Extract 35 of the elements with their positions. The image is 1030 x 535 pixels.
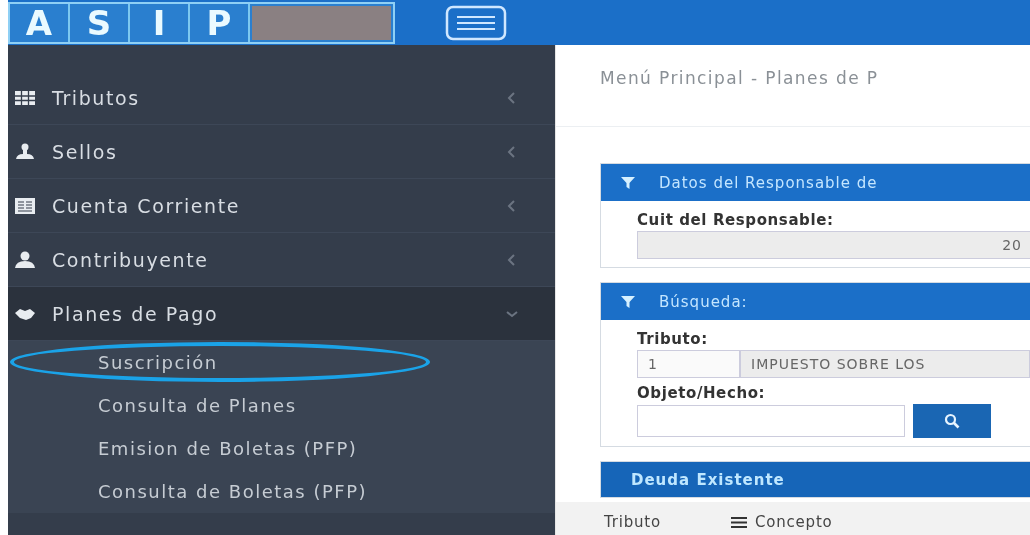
search-button[interactable] bbox=[913, 404, 991, 438]
sidebar-item[interactable]: Planes de Pago bbox=[8, 287, 555, 341]
input-field[interactable]: IMPUESTO SOBRE LOS bbox=[740, 350, 1030, 378]
menu-icon[interactable] bbox=[731, 515, 747, 529]
person-icon bbox=[14, 141, 36, 162]
logo-letter: S bbox=[70, 3, 130, 42]
breadcrumb: Menú Principal - Planes de P bbox=[600, 67, 880, 90]
submenu-item[interactable]: Emision de Boletas (PFP) bbox=[98, 438, 358, 459]
submenu-item[interactable]: Consulta de Boletas (PFP) bbox=[98, 481, 368, 502]
column-header[interactable]: Concepto bbox=[755, 513, 833, 531]
column-header[interactable]: Tributo bbox=[604, 513, 661, 531]
filter-icon bbox=[621, 175, 635, 190]
submenu-item[interactable]: Consulta de Planes bbox=[98, 395, 297, 416]
logo-letter: P bbox=[190, 3, 250, 42]
search-icon bbox=[944, 413, 960, 429]
panel-title: Búsqueda: bbox=[659, 292, 748, 311]
sidebar-item[interactable]: Cuenta Corriente bbox=[8, 179, 555, 233]
ledger-icon bbox=[14, 195, 36, 216]
field-label: Objeto/Hecho: bbox=[637, 383, 767, 402]
sidebar-item[interactable]: Tributos bbox=[8, 71, 555, 125]
logo-letter: I bbox=[130, 3, 190, 42]
filter-icon bbox=[621, 294, 635, 309]
logo-letter: A bbox=[10, 3, 70, 42]
panel-title: Datos del Responsable de bbox=[659, 173, 878, 192]
input-field[interactable]: 1 bbox=[637, 350, 740, 378]
panel-header[interactable]: Datos del Responsable de bbox=[601, 164, 1030, 201]
field-label: Tributo: bbox=[637, 329, 709, 348]
panel-header[interactable]: Búsqueda: bbox=[601, 283, 1030, 320]
user-icon bbox=[14, 249, 36, 270]
submenu-item[interactable]: Suscripción bbox=[98, 352, 218, 373]
input-field[interactable] bbox=[637, 405, 905, 437]
input-field[interactable]: 20 bbox=[637, 231, 1030, 259]
field-label: Cuit del Responsable: bbox=[637, 210, 835, 229]
sidebar-item[interactable]: Sellos bbox=[8, 125, 555, 179]
panel-header: Deuda Existente bbox=[600, 461, 1030, 498]
